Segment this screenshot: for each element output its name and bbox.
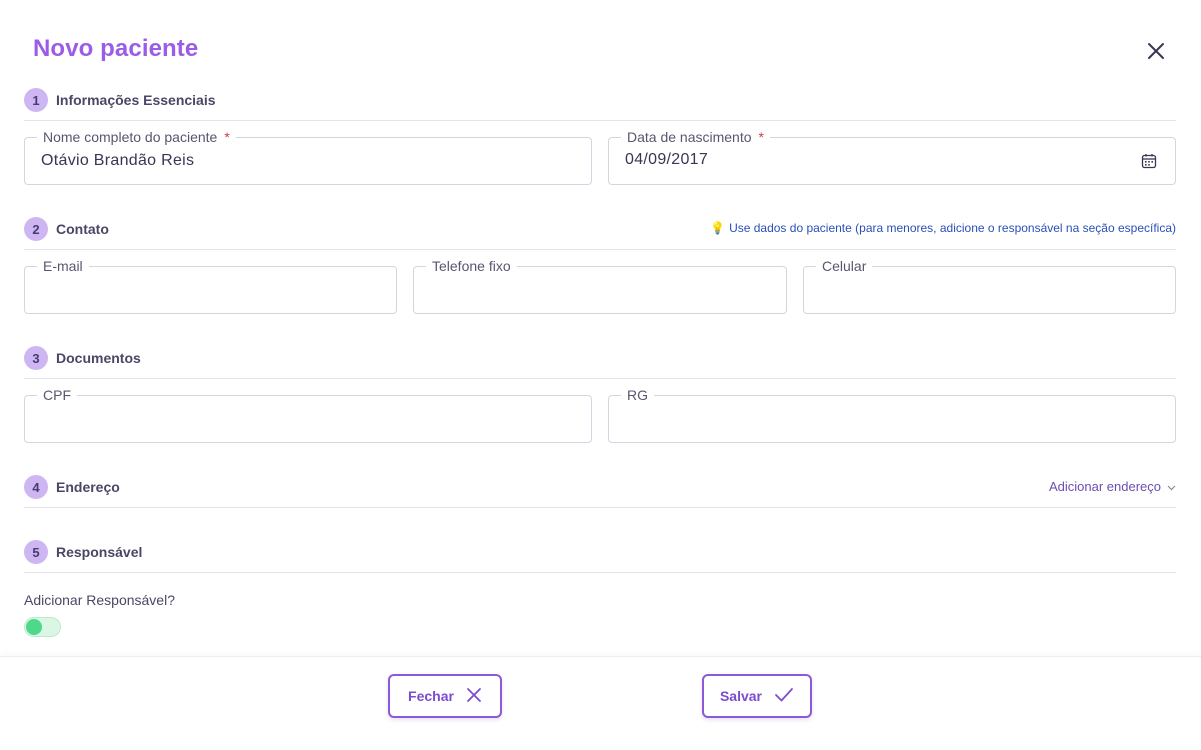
close-button-label: Fechar [408,688,454,704]
toggle-knob [26,619,42,635]
mobile-label: Celular [816,258,873,274]
section-title: Informações Essenciais [56,92,216,108]
section-address: 4 Endereço [24,475,1176,499]
section-documents: 3 Documentos [24,346,1176,370]
rg-label: RG [621,387,654,403]
section-title: Contato [56,221,109,237]
modal-title: Novo paciente [33,35,199,62]
close-icon [466,687,482,706]
required-mark: * [224,129,230,145]
lightbulb-icon: 💡 [710,221,726,235]
calendar-icon[interactable] [1141,153,1157,169]
full-name-field[interactable]: Nome completo do paciente * Otávio Brandã… [24,129,592,185]
section-guardian: 5 Responsável [24,540,1176,564]
divider [24,249,1176,250]
step-badge: 1 [24,88,48,112]
step-badge: 4 [24,475,48,499]
modal-footer [0,656,1201,750]
contact-hint: 💡 Use dados do paciente (para menores, a… [710,221,1176,235]
save-button[interactable]: Salvar [702,674,812,718]
close-button[interactable]: Fechar [388,674,502,718]
rg-field[interactable]: RG [608,387,1176,443]
divider [24,378,1176,379]
landline-label: Telefone fixo [426,258,517,274]
chevron-down-icon [1167,479,1176,494]
add-address-label: Adicionar endereço [1048,479,1161,494]
birth-date-label: Data de nascimento [627,129,752,145]
birth-date-field[interactable]: Data de nascimento * 04/09/2017 [608,129,1176,185]
close-icon[interactable] [1141,36,1171,66]
email-field[interactable]: E-mail [24,258,397,314]
contact-hint-text: Use dados do paciente (para menores, adi… [729,221,1176,235]
divider [24,572,1176,573]
section-essential-info: 1 Informações Essenciais [24,88,1176,112]
divider [24,507,1176,508]
section-title: Endereço [56,479,120,495]
section-title: Documentos [56,350,141,366]
birth-date-value: 04/09/2017 [625,151,709,168]
save-button-label: Salvar [719,688,763,704]
step-badge: 5 [24,540,48,564]
full-name-value: Otávio Brandão Reis [41,152,195,169]
add-guardian-label: Adicionar Responsável? [24,592,175,608]
divider [24,120,1176,121]
step-badge: 2 [24,217,48,241]
cpf-field[interactable]: CPF [24,387,592,443]
mobile-field[interactable]: Celular [803,258,1176,314]
full-name-label: Nome completo do paciente [43,129,218,145]
cpf-label: CPF [37,387,77,403]
landline-field[interactable]: Telefone fixo [413,258,787,314]
step-badge: 3 [24,346,48,370]
email-label: E-mail [37,258,89,274]
new-patient-modal: Novo paciente 1 Informações Essenciais N… [0,0,1201,750]
check-icon [774,687,794,706]
add-guardian-toggle[interactable] [24,617,61,637]
required-mark: * [758,129,764,145]
section-title: Responsável [56,544,143,560]
add-address-link[interactable]: Adicionar endereço [1049,479,1176,494]
